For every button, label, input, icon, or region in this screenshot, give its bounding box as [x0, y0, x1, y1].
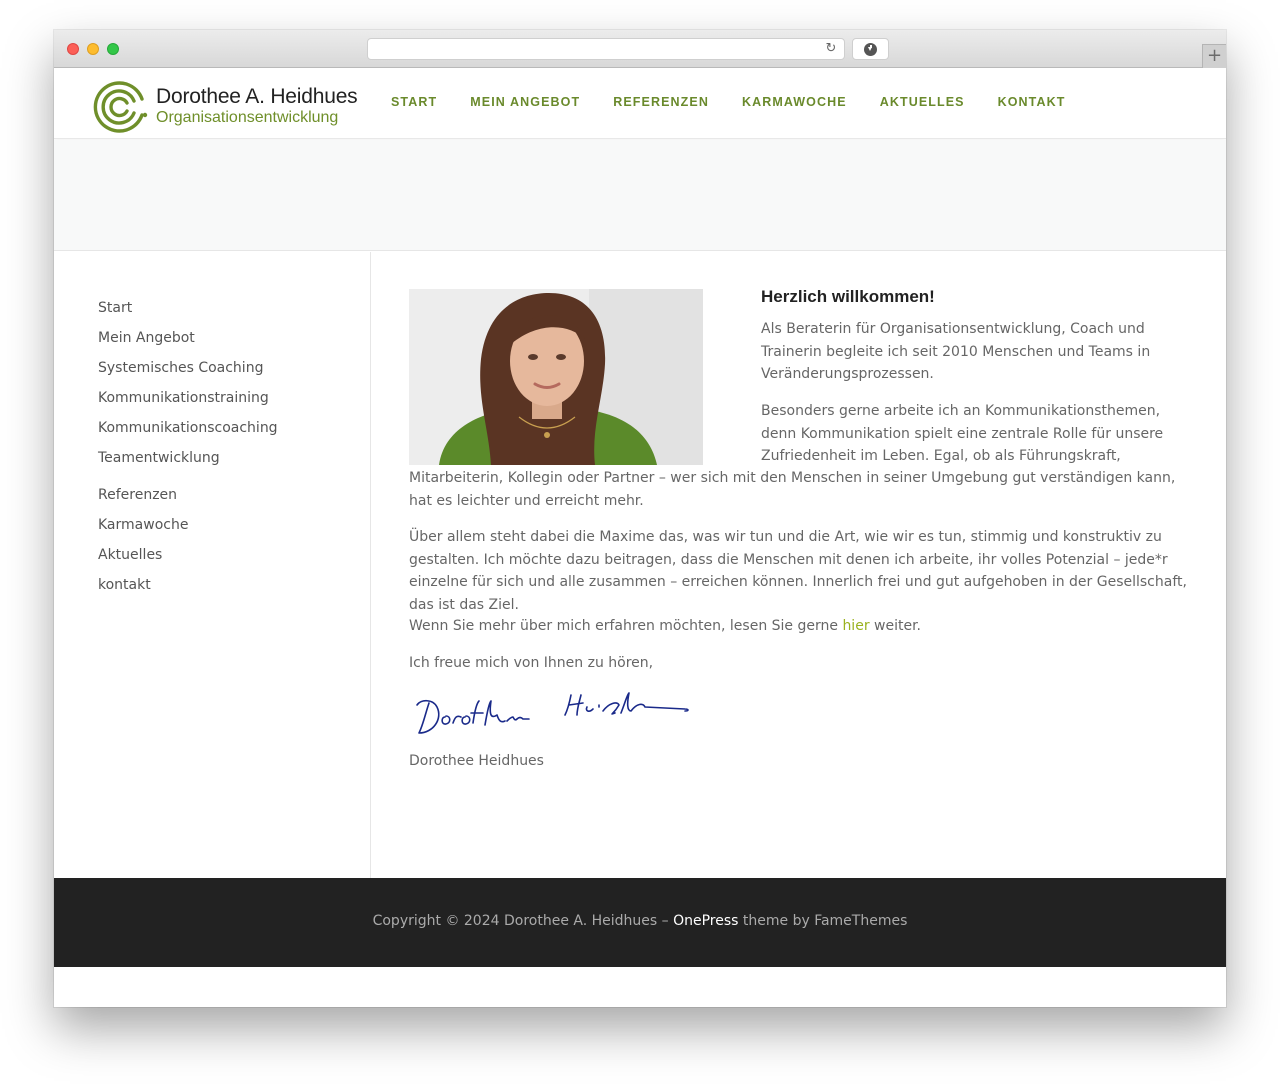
portrait-photo [409, 289, 703, 465]
more-info-text: Wenn Sie mehr über mich erfahren möchten… [409, 618, 843, 634]
hier-link[interactable]: hier [842, 618, 869, 634]
nav-referenzen[interactable]: REFERENZEN [613, 95, 709, 109]
main-navigation: START MEIN ANGEBOT REFERENZEN KARMAWOCHE… [391, 95, 1098, 109]
sidebar-item-kontakt[interactable]: kontakt [98, 576, 278, 606]
communication-paragraph-end: Mitarbeiterin, Kollegin oder Partner – w… [409, 470, 1176, 509]
more-info-paragraph: Wenn Sie mehr über mich erfahren möchten… [409, 615, 1189, 638]
nav-mein-angebot[interactable]: MEIN ANGEBOT [470, 95, 580, 109]
intro-paragraph: Als Beraterin für Organisationsentwicklu… [761, 321, 1151, 382]
close-window-button[interactable] [67, 43, 79, 55]
sidebar-item-kommunikationscoaching[interactable]: Kommunikationscoaching [98, 419, 278, 449]
site-footer: Copyright © 2024 Dorothee A. Heidhues – … [54, 878, 1226, 967]
logo-title: Dorothee A. Heidhues [156, 85, 358, 108]
closing-paragraph: Ich freue mich von Ihnen zu hören, [409, 655, 654, 671]
sidebar-item-start[interactable]: Start [98, 299, 278, 329]
sidebar-item-systemisches-coaching[interactable]: Systemisches Coaching [98, 359, 278, 389]
spiral-logo-icon [93, 81, 148, 133]
copyright-line: Copyright © 2024 Dorothee A. Heidhues – … [54, 913, 1226, 929]
site-logo[interactable]: Dorothee A. Heidhues Organisationsentwic… [92, 79, 382, 135]
new-tab-button[interactable]: + [1202, 44, 1226, 68]
minimize-window-button[interactable] [87, 43, 99, 55]
portrait-illustration [409, 289, 703, 465]
address-bar[interactable]: ↻ [367, 38, 845, 60]
welcome-heading: Herzlich willkommen! [761, 287, 935, 306]
download-button[interactable] [852, 38, 889, 60]
maxime-paragraph: Über allem steht dabei die Maxime das, w… [409, 529, 1187, 613]
reload-icon[interactable]: ↻ [824, 42, 838, 56]
nav-start[interactable]: START [391, 95, 437, 109]
copyright-text: Copyright © 2024 Dorothee A. Heidhues – [372, 913, 674, 929]
sidebar-item-teamentwicklung[interactable]: Teamentwicklung [98, 449, 278, 479]
download-icon [864, 43, 877, 56]
nav-kontakt[interactable]: KONTAKT [998, 95, 1066, 109]
maximize-window-button[interactable] [107, 43, 119, 55]
sidebar-menu: Start Mein Angebot Systemisches Coaching… [54, 252, 371, 878]
web-page: Dorothee A. Heidhues Organisationsentwic… [54, 68, 1226, 1007]
sidebar-item-kommunikationstraining[interactable]: Kommunikationstraining [98, 389, 278, 419]
handwritten-signature [416, 692, 689, 734]
onepress-link[interactable]: OnePress [673, 913, 738, 929]
browser-titlebar: ↻ + [54, 30, 1226, 68]
site-header: Dorothee A. Heidhues Organisationsentwic… [54, 68, 1226, 139]
page-title-band [54, 140, 1226, 251]
communication-paragraph-start: Besonders gerne arbeite ich an Kommunika… [761, 403, 1164, 464]
signer-name: Dorothee Heidhues [409, 753, 544, 769]
plus-icon: + [1206, 45, 1223, 66]
sidebar-item-mein-angebot[interactable]: Mein Angebot [98, 329, 278, 359]
nav-aktuelles[interactable]: AKTUELLES [880, 95, 965, 109]
nav-karmawoche[interactable]: KARMAWOCHE [742, 95, 847, 109]
sidebar-item-aktuelles[interactable]: Aktuelles [98, 546, 278, 576]
logo-subtitle: Organisationsentwicklung [156, 109, 339, 126]
sidebar-item-karmawoche[interactable]: Karmawoche [98, 516, 278, 546]
more-info-text-end: weiter. [869, 618, 922, 634]
sidebar-item-referenzen[interactable]: Referenzen [98, 486, 278, 516]
theme-credit-text: theme by FameThemes [738, 913, 908, 929]
browser-window: ↻ + Dorothee A. Heidhues Organisationsen… [54, 30, 1226, 1007]
